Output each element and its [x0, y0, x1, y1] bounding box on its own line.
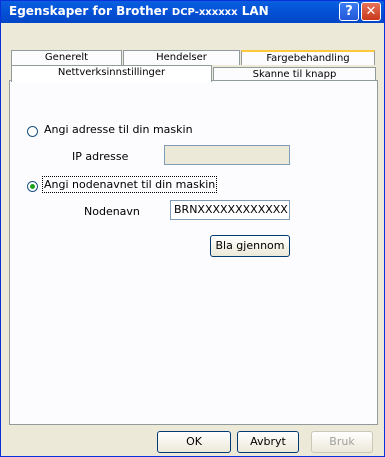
cancel-button-label: Avbryt: [250, 435, 286, 448]
node-name-field[interactable]: BRNXXXXXXXXXXXX: [170, 200, 290, 220]
properties-dialog: Egenskaper for Brother DCP-xxxxxx LAN ? …: [0, 0, 385, 457]
window-title-text: Egenskaper for Brother: [9, 4, 168, 18]
option-ip-label[interactable]: Angi adresse til din maskin: [44, 123, 193, 136]
radio-node-name[interactable]: [27, 181, 38, 192]
option-node-label[interactable]: Angi nodenavnet til din maskin: [41, 176, 218, 193]
browse-button-label: Bla gjennom: [215, 239, 285, 252]
window-title: Egenskaper for Brother DCP-xxxxxx LAN: [9, 4, 269, 18]
close-button[interactable]: ✕: [361, 2, 381, 21]
window-title-suffix: LAN: [241, 4, 269, 18]
node-name-label: Nodenavn: [84, 205, 140, 218]
help-button[interactable]: ?: [339, 2, 359, 21]
network-settings-panel: Angi adresse til din maskin IP adresse A…: [9, 80, 378, 425]
help-icon: ?: [345, 4, 353, 19]
title-bar[interactable]: Egenskaper for Brother DCP-xxxxxx LAN ? …: [1, 1, 384, 23]
apply-button-label: Bruk: [329, 435, 355, 448]
tab-hendelser[interactable]: Hendelser: [123, 50, 240, 65]
ok-button-label: OK: [186, 435, 202, 448]
tab-generelt[interactable]: Generelt: [11, 50, 122, 65]
window-title-model: DCP-xxxxxx: [171, 7, 238, 18]
apply-button[interactable]: Bruk: [311, 431, 373, 453]
ip-address-field[interactable]: [164, 145, 290, 165]
cancel-button[interactable]: Avbryt: [237, 431, 299, 453]
ok-button[interactable]: OK: [157, 431, 231, 453]
tab-fargebehandling[interactable]: Fargebehandling: [241, 50, 375, 65]
radio-ip-address[interactable]: [27, 126, 38, 137]
ip-address-label: IP adresse: [72, 150, 129, 163]
close-icon: ✕: [365, 4, 377, 19]
tab-nettverksinnstillinger[interactable]: Nettverksinnstillinger: [11, 65, 212, 82]
radio-selected-dot: [30, 184, 35, 189]
browse-button[interactable]: Bla gjennom: [210, 235, 290, 257]
